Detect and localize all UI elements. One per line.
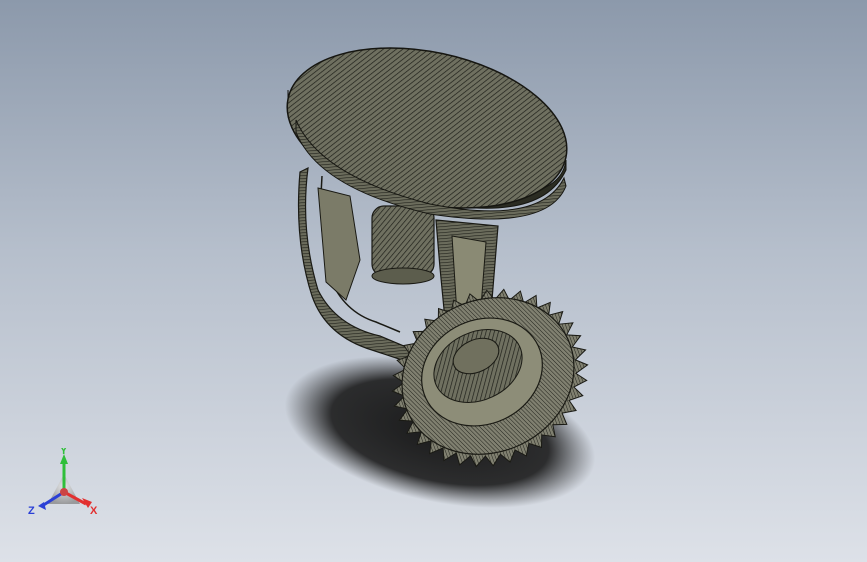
sprinkler-model[interactable] bbox=[0, 0, 867, 562]
graphics-viewport[interactable]: Y X Z bbox=[0, 0, 867, 562]
frame-strut-left bbox=[317, 187, 361, 301]
glass-bulb bbox=[371, 205, 435, 285]
y-axis-label: Y bbox=[60, 448, 68, 457]
axis-triad: Y X Z bbox=[28, 448, 98, 517]
z-axis-label: Z bbox=[28, 505, 35, 517]
x-axis-label: X bbox=[90, 505, 98, 517]
